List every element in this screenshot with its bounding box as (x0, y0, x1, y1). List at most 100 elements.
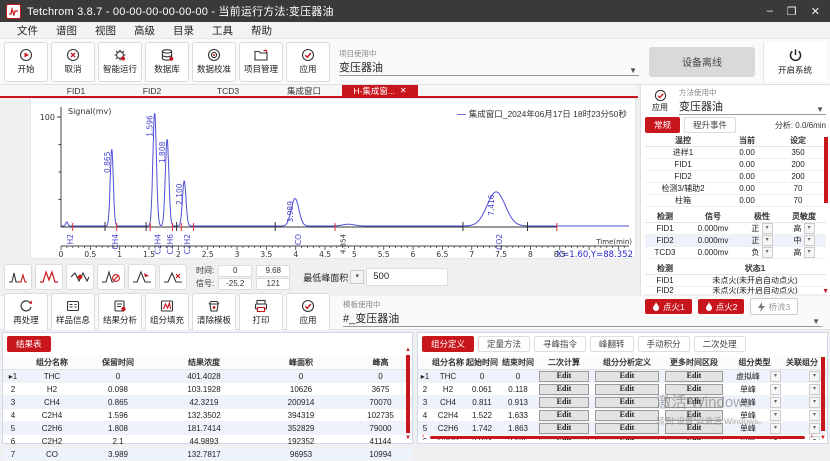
project-manage-button[interactable]: 项目管理 (239, 42, 283, 82)
table-row[interactable]: FID10.000mv正 ▾高 ▾ (645, 223, 826, 235)
min-area-dropdown[interactable]: ▾ (350, 270, 364, 284)
reprocess-button[interactable]: 再处理 (4, 293, 48, 333)
results-row[interactable]: 3CH40.86542.321920091470070 (3, 396, 412, 409)
minimize-button[interactable]: – (767, 5, 773, 18)
type-dropdown[interactable]: ▾ (770, 384, 781, 395)
menu-item-高级[interactable]: 高级 (125, 23, 164, 38)
results-row[interactable]: 4C2H41.596132.3502394319102735 (3, 409, 412, 422)
edit-button[interactable]: Edit (665, 384, 723, 395)
type-dropdown[interactable]: ▾ (770, 423, 781, 434)
type-dropdown[interactable]: ▾ (770, 397, 781, 408)
edit-button[interactable]: Edit (539, 384, 589, 395)
method-selector[interactable]: 方法使用中 变压器油 ▼ (679, 87, 826, 115)
edit-button[interactable]: Edit (539, 423, 589, 434)
close-tab-icon[interactable]: ✕ (400, 85, 407, 97)
definition-tab-二次处理[interactable]: 二次处理 (694, 336, 746, 352)
edit-button[interactable]: Edit (539, 371, 589, 382)
definition-row[interactable]: 4C2H41.5221.633EditEditEdit单峰▾▾ (418, 409, 827, 422)
tab-temp-program[interactable]: 程升事件 (684, 117, 736, 133)
device-offline-button[interactable]: 设备离线 (649, 47, 755, 77)
temp-table-scrollbar[interactable] (824, 137, 828, 203)
chart-tab-集成窗口[interactable]: 集成窗口 (266, 85, 342, 96)
menu-item-视图[interactable]: 视图 (86, 23, 125, 38)
edit-button[interactable]: Edit (595, 371, 659, 382)
chart-tab-FID1[interactable]: FID1 (38, 85, 114, 96)
table-row[interactable]: 检测3/辅助20.0070 (645, 183, 826, 195)
results-row[interactable]: 5C2H61.808181.741435282979000 (3, 422, 412, 435)
sample-info-button[interactable]: 样品信息 (51, 293, 95, 333)
edit-button[interactable]: Edit (539, 410, 589, 421)
min-area-input[interactable]: 500 (366, 268, 448, 286)
tool-peak-exclude[interactable] (97, 264, 125, 290)
table-row[interactable]: FID20.000mv正 ▾中 ▾ (645, 235, 826, 247)
signal-from-field[interactable]: -25.2 (218, 278, 252, 290)
table-row[interactable]: TCD30.000mv负 ▾高 ▾ (645, 247, 826, 259)
chart-tab-TCD3[interactable]: TCD3 (190, 85, 266, 96)
type-dropdown[interactable]: ▾ (770, 410, 781, 421)
tool-peak-merge[interactable] (35, 264, 63, 290)
results-scrollbar[interactable]: ▲▼ (405, 347, 411, 441)
definition-row[interactable]: 3CH40.8110.913EditEditEdit单峰▾▾ (418, 396, 827, 409)
ignite-2-button[interactable]: 点火2 (698, 299, 745, 314)
apply-button[interactable]: 应用 (286, 42, 330, 82)
clear-template-button[interactable]: 清除模板 (192, 293, 236, 333)
chevron-down-icon[interactable]: ▼ (812, 317, 822, 326)
database-button[interactable]: 数据库 (145, 42, 189, 82)
edit-button[interactable]: Edit (665, 423, 723, 434)
related-dropdown[interactable]: ▾ (809, 423, 820, 434)
tab-general[interactable]: 常规 (645, 117, 680, 133)
related-dropdown[interactable]: ▾ (809, 397, 820, 408)
menu-item-文件[interactable]: 文件 (8, 23, 47, 38)
close-button[interactable]: ✕ (811, 5, 820, 18)
definition-vscrollbar[interactable]: ▼ (820, 355, 826, 441)
signal-to-field[interactable]: 121 (256, 278, 290, 290)
table-row[interactable]: FID20.00200 (645, 171, 826, 183)
edit-button[interactable]: Edit (665, 397, 723, 408)
definition-tab-峰翻转[interactable]: 峰翻转 (590, 336, 634, 352)
component-fill-button[interactable]: 组分填充 (145, 293, 189, 333)
chevron-down-icon[interactable]: ▼ (629, 66, 639, 75)
smart-run-button[interactable]: 智能运行 (98, 42, 142, 82)
menu-item-帮助[interactable]: 帮助 (242, 23, 281, 38)
time-from-field[interactable]: 0 (218, 265, 252, 277)
definition-row[interactable]: 2H20.0610.118EditEditEdit单峰▾▾ (418, 383, 827, 396)
menu-item-工具[interactable]: 工具 (203, 23, 242, 38)
chevron-down-icon[interactable]: ▼ (816, 105, 826, 114)
tool-peak-valley[interactable] (66, 264, 94, 290)
method-apply-button[interactable]: 应用 (645, 89, 675, 113)
chart-tab-active[interactable]: H-集成窗...✕ (342, 85, 418, 96)
definition-tab-寻峰指令[interactable]: 寻峰指令 (534, 336, 586, 352)
definition-tab-手动积分[interactable]: 手动积分 (638, 336, 690, 352)
restore-button[interactable]: ❐ (787, 5, 797, 18)
edit-button[interactable]: Edit (595, 397, 659, 408)
related-dropdown[interactable]: ▾ (809, 384, 820, 395)
chart-tab-FID2[interactable]: FID2 (114, 85, 190, 96)
tool-peak-drop[interactable] (159, 264, 187, 290)
power-on-button[interactable]: 开启系统 (763, 42, 826, 82)
print-button[interactable]: 打印 (239, 293, 283, 333)
edit-button[interactable]: Edit (595, 423, 659, 434)
type-dropdown[interactable]: ▾ (770, 371, 781, 382)
edit-button[interactable]: Edit (665, 410, 723, 421)
edit-button[interactable]: Edit (595, 410, 659, 421)
related-dropdown[interactable]: ▾ (809, 410, 820, 421)
edit-button[interactable]: Edit (665, 371, 723, 382)
status-scroll-down[interactable]: ▼ (822, 288, 829, 295)
apply-template-button[interactable]: 应用 (286, 293, 330, 333)
edit-button[interactable]: Edit (595, 384, 659, 395)
results-row[interactable]: ▸1THC0401.402800 (3, 370, 412, 383)
table-row[interactable]: 柱箱0.0070 (645, 195, 826, 207)
ignite-1-button[interactable]: 点火1 (645, 299, 692, 314)
definition-row[interactable]: ▸1THC00EditEditEdit虚拟峰▾▾ (418, 370, 827, 383)
menu-item-谱图[interactable]: 谱图 (47, 23, 86, 38)
related-dropdown[interactable]: ▾ (809, 371, 820, 382)
table-row[interactable]: FID2未点火(未开启自动点火) (645, 287, 826, 295)
definition-tab-组分定义[interactable]: 组分定义 (422, 336, 474, 352)
table-row[interactable]: 进样10.00350 (645, 147, 826, 159)
results-row[interactable]: 2H20.098103.1928106263675 (3, 383, 412, 396)
cancel-button[interactable]: 取消 (51, 42, 95, 82)
start-button[interactable]: 开始 (4, 42, 48, 82)
edit-button[interactable]: Edit (539, 397, 589, 408)
table-row[interactable]: FID10.00200 (645, 159, 826, 171)
calibration-button[interactable]: 数据校准 (192, 42, 236, 82)
